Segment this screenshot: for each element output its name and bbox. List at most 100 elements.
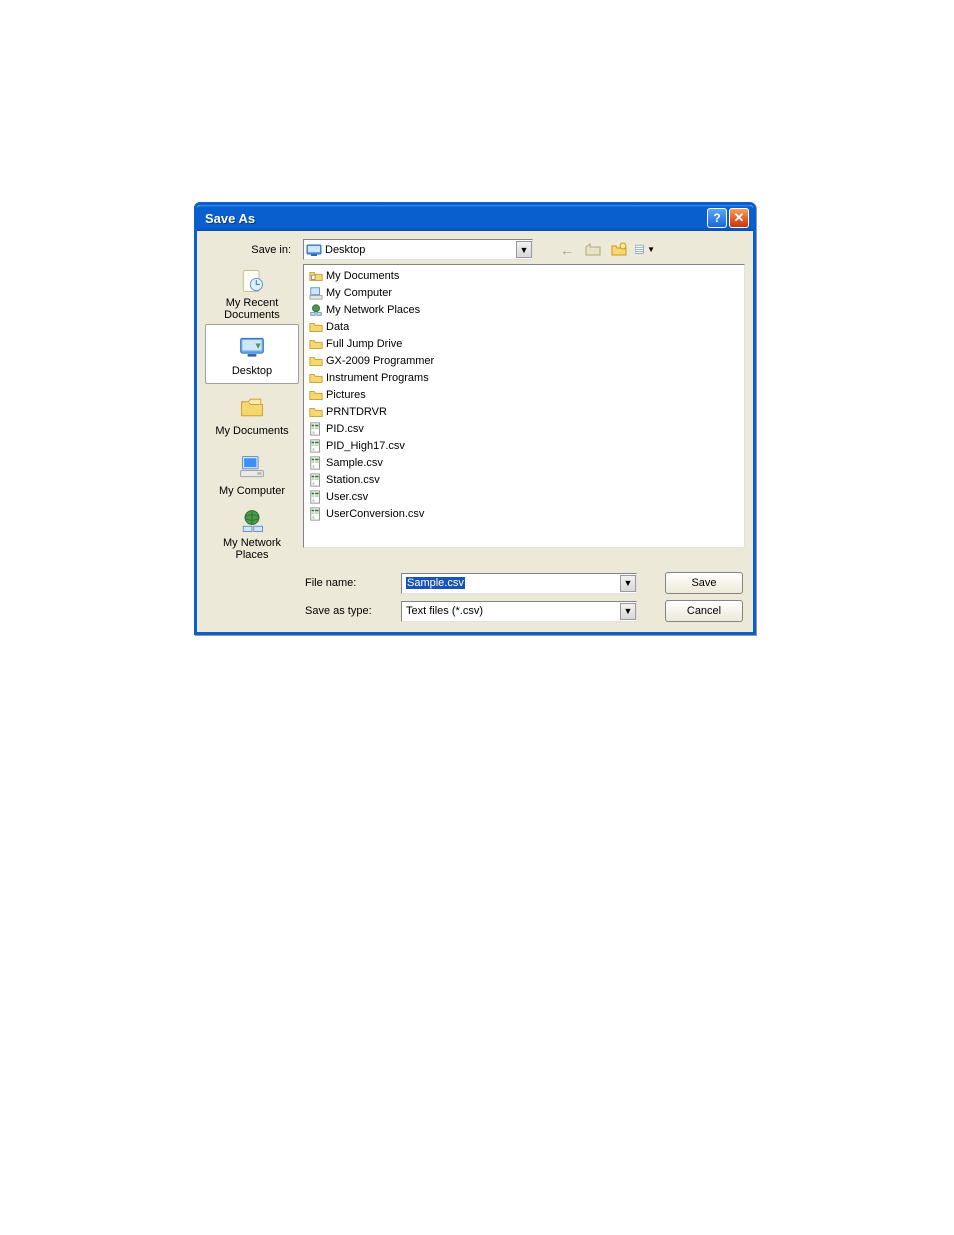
places-label: My Computer [219, 485, 285, 497]
syscomp-icon [308, 285, 324, 301]
save-as-dialog: Save As ? ✕ Save in: Desktop ▼ ← [194, 202, 756, 635]
folder-icon [308, 370, 324, 386]
file-item-label: GX-2009 Programmer [326, 355, 434, 367]
file-list-item[interactable]: Data [308, 318, 740, 335]
places-bar: My Recent Documents Desktop My Documents [205, 264, 303, 564]
file-item-label: Pictures [326, 389, 366, 401]
close-icon: ✕ [734, 210, 745, 226]
filename-label: File name: [305, 577, 391, 589]
desktop-icon [306, 242, 322, 258]
places-label: My Network Places [208, 537, 296, 561]
filetype-value: Text files (*.csv) [406, 605, 483, 617]
recent-documents-icon [236, 267, 268, 295]
up-one-level-button[interactable] [583, 240, 603, 260]
file-item-label: Full Jump Drive [326, 338, 402, 350]
svg-text:a: a [313, 447, 315, 451]
file-item-label: PRNTDRVR [326, 406, 387, 418]
file-item-label: UserConversion.csv [326, 508, 424, 520]
close-button[interactable]: ✕ [729, 208, 749, 228]
svg-text:a: a [313, 430, 315, 434]
folder-icon [308, 319, 324, 335]
network-places-icon [236, 507, 268, 535]
folder-icon [308, 353, 324, 369]
dropdown-arrow-icon[interactable]: ▼ [620, 575, 636, 592]
places-network[interactable]: My Network Places [205, 504, 299, 564]
file-item-label: Data [326, 321, 349, 333]
savein-value: Desktop [325, 244, 365, 256]
toolbar: ← ▼ [557, 240, 655, 260]
places-mydocs[interactable]: My Documents [205, 384, 299, 444]
file-list-item[interactable]: My Network Places [308, 301, 740, 318]
filename-input[interactable]: Sample.csv ▼ [401, 573, 637, 594]
file-list-item[interactable]: My Documents [308, 267, 740, 284]
file-item-label: My Network Places [326, 304, 420, 316]
places-label: My Documents [215, 425, 288, 437]
filename-row: File name: Sample.csv ▼ Save [305, 572, 743, 594]
dialog-body: Save in: Desktop ▼ ← ▼ [197, 231, 753, 632]
places-recent[interactable]: My Recent Documents [205, 264, 299, 324]
file-list-item[interactable]: a Station.csv [308, 471, 740, 488]
file-list-item[interactable]: a User.csv [308, 488, 740, 505]
file-item-label: Sample.csv [326, 457, 383, 469]
content-row: My Recent Documents Desktop My Documents [197, 264, 753, 564]
sysnet-icon [308, 302, 324, 318]
help-button[interactable]: ? [707, 208, 727, 228]
desktop-icon [236, 331, 268, 363]
dropdown-arrow-icon[interactable]: ▼ [516, 241, 532, 258]
titlebar[interactable]: Save As ? ✕ [197, 205, 753, 231]
file-list-item[interactable]: PRNTDRVR [308, 403, 740, 420]
folder-icon [308, 387, 324, 403]
bottom-controls: File name: Sample.csv ▼ Save Save as typ… [197, 564, 753, 632]
svg-text:a: a [313, 498, 315, 502]
file-item-label: My Documents [326, 270, 399, 282]
my-computer-icon [236, 451, 268, 483]
places-label: Desktop [232, 365, 272, 377]
places-desktop[interactable]: Desktop [205, 324, 299, 384]
dropdown-arrow-icon[interactable]: ▼ [620, 603, 636, 620]
file-item-label: PID.csv [326, 423, 364, 435]
save-button[interactable]: Save [665, 572, 743, 594]
file-list-item[interactable]: Instrument Programs [308, 369, 740, 386]
folder-icon [308, 336, 324, 352]
file-item-label: Instrument Programs [326, 372, 429, 384]
filetype-row: Save as type: Text files (*.csv) ▼ Cance… [305, 600, 743, 622]
csv-icon: a [308, 455, 324, 471]
csv-icon: a [308, 438, 324, 454]
file-list-item[interactable]: My Computer [308, 284, 740, 301]
file-item-label: My Computer [326, 287, 392, 299]
file-list-item[interactable]: a UserConversion.csv [308, 505, 740, 522]
dialog-title: Save As [205, 211, 705, 226]
savein-label: Save in: [205, 244, 297, 256]
file-list-item[interactable]: a PID_High17.csv [308, 437, 740, 454]
file-item-label: Station.csv [326, 474, 380, 486]
file-list-item[interactable]: GX-2009 Programmer [308, 352, 740, 369]
new-folder-button[interactable] [609, 240, 629, 260]
savein-row: Save in: Desktop ▼ ← ▼ [197, 231, 753, 264]
my-documents-icon [236, 391, 268, 423]
views-button[interactable]: ▼ [635, 240, 655, 260]
csv-icon: a [308, 506, 324, 522]
filename-value: Sample.csv [406, 577, 465, 589]
file-list[interactable]: My Documents My Computer My Network Places… [303, 264, 745, 548]
svg-text:a: a [313, 515, 315, 519]
cancel-button[interactable]: Cancel [665, 600, 743, 622]
savein-dropdown[interactable]: Desktop ▼ [303, 239, 533, 260]
file-list-item[interactable]: Pictures [308, 386, 740, 403]
file-item-label: User.csv [326, 491, 368, 503]
csv-icon: a [308, 472, 324, 488]
file-list-item[interactable]: Full Jump Drive [308, 335, 740, 352]
filetype-dropdown[interactable]: Text files (*.csv) ▼ [401, 601, 637, 622]
file-list-item[interactable]: a Sample.csv [308, 454, 740, 471]
svg-text:a: a [313, 464, 315, 468]
filetype-label: Save as type: [305, 605, 391, 617]
csv-icon: a [308, 421, 324, 437]
places-label: My Recent Documents [208, 297, 296, 321]
file-list-item[interactable]: a PID.csv [308, 420, 740, 437]
csv-icon: a [308, 489, 324, 505]
svg-text:a: a [313, 481, 315, 485]
back-button[interactable]: ← [557, 240, 577, 260]
places-mycomputer[interactable]: My Computer [205, 444, 299, 504]
sysfolder-icon [308, 268, 324, 284]
folder-icon [308, 404, 324, 420]
file-item-label: PID_High17.csv [326, 440, 405, 452]
